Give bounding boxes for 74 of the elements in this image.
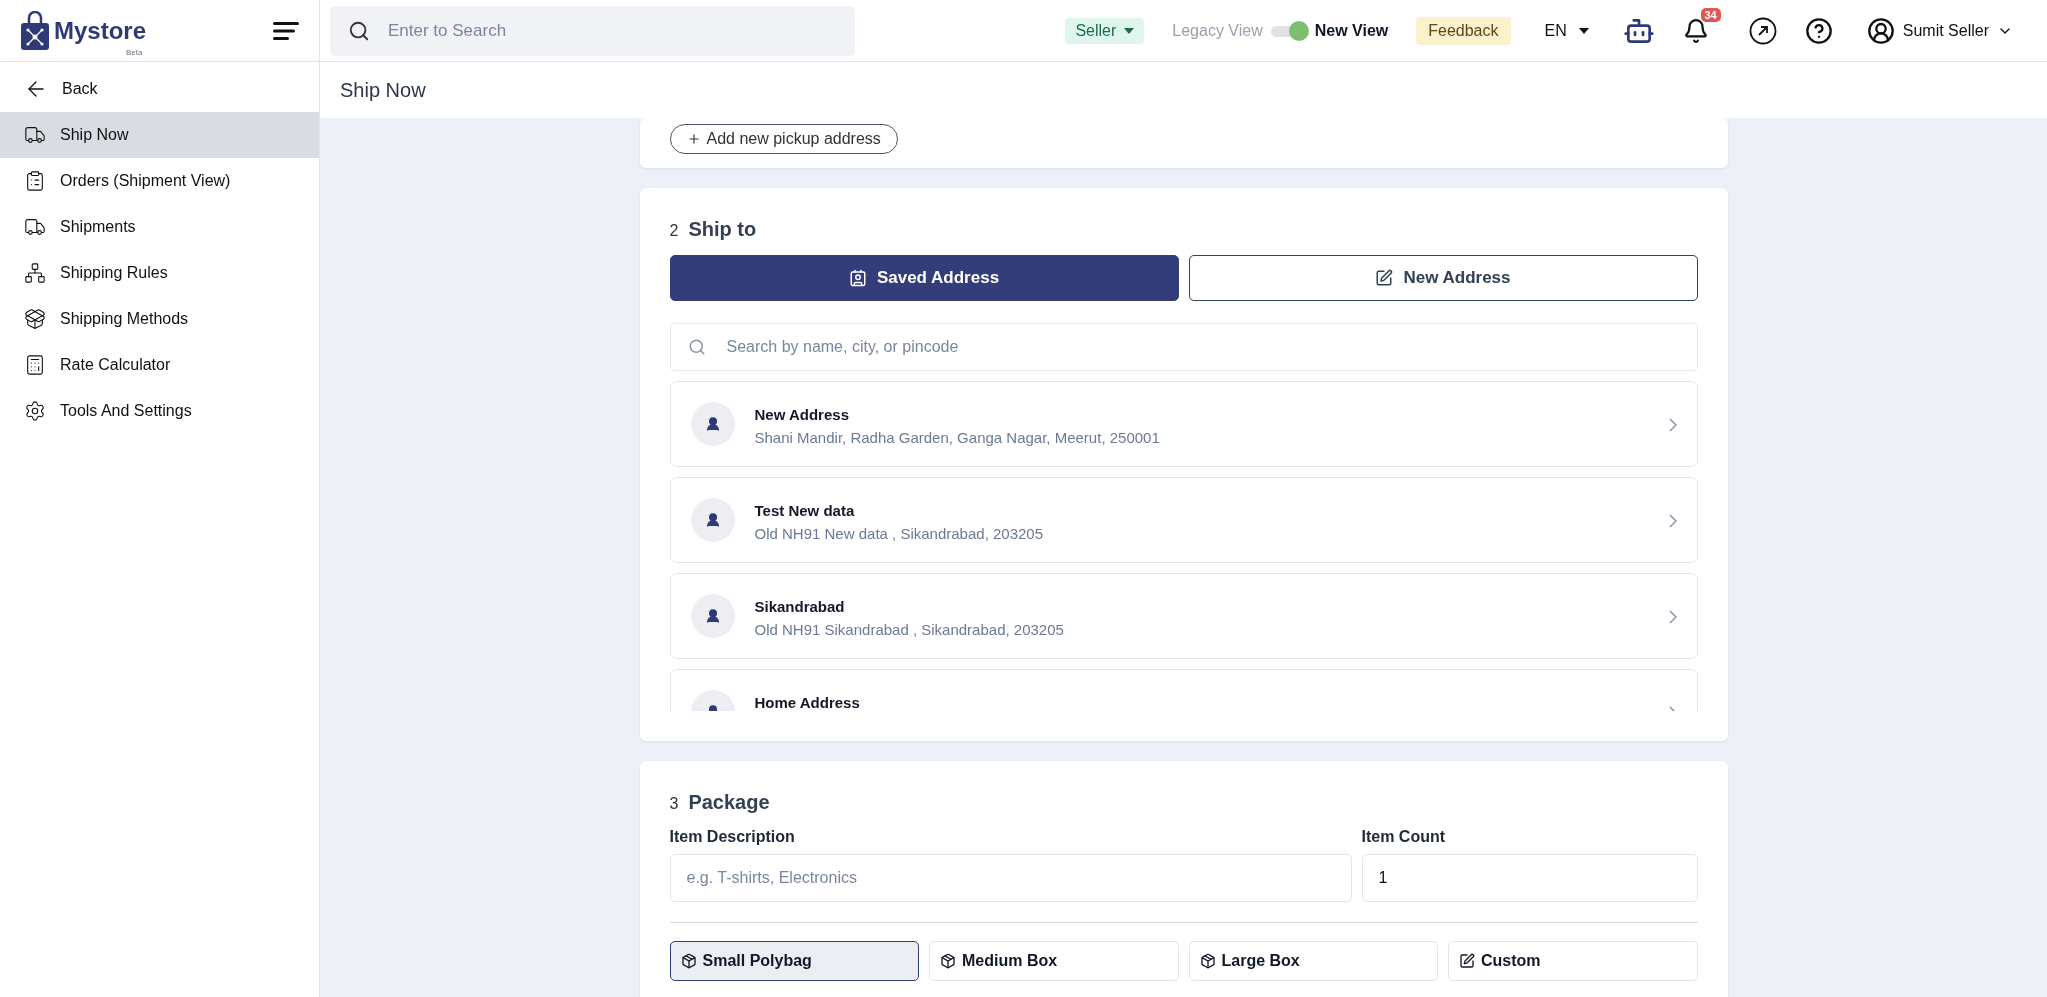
address-name: New Address bbox=[754, 406, 850, 423]
step-number: 2 bbox=[669, 222, 679, 240]
shopping-bag-logo-icon bbox=[20, 10, 50, 51]
address-text: Shani Mandir, Radha Garden, Ganga Nagar, Meerut, 250001 bbox=[754, 429, 1161, 446]
edit-icon bbox=[1375, 269, 1394, 287]
hierarchy-icon bbox=[24, 262, 46, 284]
user-icon bbox=[690, 498, 735, 542]
address-name: Sikandrabad bbox=[754, 598, 846, 615]
box-icon bbox=[1199, 953, 1216, 969]
notification-button[interactable]: 34 bbox=[1682, 7, 1721, 44]
add-pickup-address-button[interactable]: Add new pickup address bbox=[669, 124, 898, 154]
address-item[interactable]: Sikandrabad Old NH91 Sikandrabad , Sikandrabad, 203205 bbox=[669, 573, 1698, 659]
clipboard-icon bbox=[24, 170, 46, 192]
sidebar-item[interactable]: Tools And Settings bbox=[0, 388, 319, 434]
sidebar-item[interactable]: Ship Now bbox=[0, 112, 319, 158]
page-title: Ship Now bbox=[340, 78, 426, 102]
address-name: Home Address bbox=[754, 694, 861, 711]
settings-icon bbox=[24, 400, 46, 422]
search-field[interactable]: Enter to Search bbox=[330, 5, 855, 56]
field-label: Item Description bbox=[669, 828, 796, 846]
package-option[interactable]: Small Polybag bbox=[669, 941, 919, 981]
item-description-field[interactable]: e.g. T-shirts, Electronics bbox=[669, 854, 1352, 902]
truck-icon bbox=[24, 124, 46, 146]
address-tab[interactable]: New Address bbox=[1188, 255, 1698, 301]
address-name: Test New data bbox=[754, 502, 856, 519]
notification-count: 34 bbox=[1700, 7, 1721, 22]
new-view-label: New View bbox=[1314, 21, 1389, 40]
bell-icon bbox=[1682, 17, 1709, 44]
item-count-field[interactable]: 1 bbox=[1361, 854, 1698, 902]
plus-icon bbox=[686, 132, 701, 146]
back-link[interactable]: Back bbox=[0, 66, 319, 112]
user-menu[interactable]: Sumit Seller bbox=[1860, 15, 2019, 46]
sidebar-item[interactable]: Rate Calculator bbox=[0, 342, 319, 388]
package-option[interactable]: Medium Box bbox=[929, 941, 1179, 981]
external-link-icon[interactable] bbox=[1748, 16, 1777, 45]
package-option[interactable]: Large Box bbox=[1188, 941, 1438, 981]
package-option[interactable]: Custom bbox=[1448, 941, 1698, 981]
sidebar-item[interactable]: Orders (Shipment View) bbox=[0, 158, 319, 204]
field-label: Item Count bbox=[1361, 828, 1447, 846]
beta-label: Beta bbox=[126, 47, 143, 57]
section-title: Ship to bbox=[688, 218, 757, 241]
box-icon bbox=[24, 308, 46, 330]
address-text: Old NH91 New data , Sikandrabad, 203205 bbox=[754, 525, 1044, 542]
step-number: 3 bbox=[669, 795, 679, 813]
sidebar-item[interactable]: Shipping Methods bbox=[0, 296, 319, 342]
user-icon bbox=[690, 402, 735, 446]
box-icon bbox=[940, 953, 956, 969]
language-dropdown[interactable]: EN bbox=[1538, 20, 1595, 41]
caret-icon bbox=[1578, 27, 1589, 34]
address-search-field[interactable]: Search by name, city, or pincode bbox=[669, 323, 1698, 371]
section-title: Package bbox=[688, 791, 770, 814]
feedback-button[interactable]: Feedback bbox=[1416, 16, 1511, 45]
user-avatar-icon bbox=[1866, 16, 1895, 45]
address-item[interactable]: Test New data Old NH91 New data , Sikandrabad, 203205 bbox=[669, 477, 1698, 563]
address-tab[interactable]: Saved Address bbox=[669, 255, 1179, 301]
help-icon[interactable] bbox=[1804, 16, 1833, 45]
address-item[interactable]: New Address Shani Mandir, Radha Garden, Ganga Nagar, Meerut, 250001 bbox=[669, 381, 1698, 467]
legacy-view-label: Legacy View bbox=[1172, 21, 1263, 40]
calculator-icon bbox=[24, 354, 46, 376]
caret-icon bbox=[1124, 27, 1135, 34]
search-icon bbox=[687, 338, 706, 356]
sidebar-item[interactable]: Shipments bbox=[0, 204, 319, 250]
address-text: Old NH91 Sikandrabad , Sikandrabad, 203205 bbox=[754, 621, 1065, 638]
truck-icon bbox=[24, 216, 46, 238]
edit-icon bbox=[1459, 953, 1475, 969]
sidebar-item[interactable]: Shipping Rules bbox=[0, 250, 319, 296]
logo-text: Mystore bbox=[54, 16, 147, 45]
role-dropdown[interactable]: Seller bbox=[1065, 17, 1145, 44]
search-icon bbox=[348, 19, 370, 42]
address-item[interactable]: Home Address bbox=[669, 669, 1698, 711]
contact-card-icon bbox=[848, 269, 867, 287]
menu-icon[interactable] bbox=[273, 20, 299, 41]
user-icon bbox=[690, 594, 735, 638]
box-icon bbox=[680, 953, 697, 969]
